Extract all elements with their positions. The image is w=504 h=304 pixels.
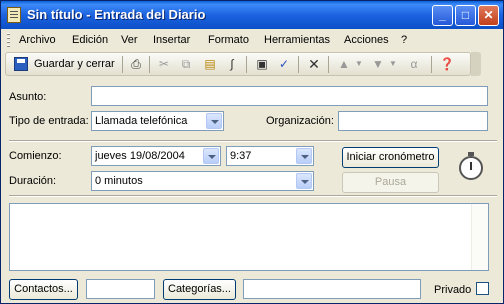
menu-grip[interactable] <box>7 33 10 47</box>
chevron-down-icon[interactable] <box>203 148 219 164</box>
title-bar[interactable]: Sin título - Entrada del Diario _ □ ✕ <box>1 1 503 29</box>
help-icon[interactable]: ❓ <box>439 56 455 72</box>
chevron-down-icon[interactable] <box>206 113 222 129</box>
previous-item-icon[interactable]: ▲ <box>336 56 352 72</box>
chevron-down-icon[interactable] <box>296 148 312 164</box>
paste-icon[interactable]: ▤ <box>202 56 218 72</box>
organization-input[interactable] <box>338 111 488 131</box>
address-book-icon[interactable]: ▣ <box>254 56 270 72</box>
menu-archivo[interactable]: Archivo <box>19 34 56 46</box>
start-date-select[interactable]: jueves 19/08/2004 <box>91 146 221 166</box>
journal-entry-window: Sin título - Entrada del Diario _ □ ✕ Ar… <box>0 0 504 304</box>
organization-label: Organización: <box>266 115 334 127</box>
notes-textarea[interactable] <box>9 203 489 271</box>
toolbar-separator <box>431 56 432 73</box>
toolbar-separator <box>246 56 247 73</box>
minimize-button[interactable]: _ <box>432 5 453 26</box>
check-names-icon[interactable]: ✓ <box>276 56 292 72</box>
menu-acciones[interactable]: Acciones <box>344 34 389 46</box>
menu-herramientas[interactable]: Herramientas <box>264 34 330 46</box>
duration-value: 0 minutos <box>95 175 143 187</box>
entry-type-select[interactable]: Llamada telefónica <box>91 111 224 131</box>
attach-icon[interactable]: ∫ <box>224 56 240 72</box>
menu-bar: Archivo Edición Ver Insertar Formato Her… <box>1 29 503 51</box>
toolbar-separator <box>149 56 150 73</box>
subject-label: Asunto: <box>9 91 47 103</box>
section-divider <box>9 195 497 197</box>
notes-scrollbar[interactable] <box>471 204 488 270</box>
menu-insertar[interactable]: Insertar <box>153 34 190 46</box>
save-close-button[interactable]: Guardar y cerrar <box>34 58 115 70</box>
copy-icon[interactable]: ⧉ <box>178 56 194 72</box>
duration-label: Duración: <box>9 175 57 187</box>
start-time-value: 9:37 <box>230 150 252 162</box>
subject-input[interactable] <box>91 86 488 106</box>
menu-formato[interactable]: Formato <box>208 34 249 46</box>
contacts-button[interactable]: Contactos... <box>9 279 78 300</box>
stopwatch-icon <box>458 152 486 182</box>
start-timer-button[interactable]: Iniciar cronómetro <box>342 147 439 168</box>
previous-dropdown-icon[interactable]: ▼ <box>351 56 367 72</box>
maximize-button[interactable]: □ <box>455 5 476 26</box>
start-date-value: jueves 19/08/2004 <box>95 150 185 162</box>
entry-type-value: Llamada telefónica <box>95 115 188 127</box>
menu-edicion[interactable]: Edición <box>72 34 108 46</box>
cut-icon[interactable]: ✂ <box>156 56 172 72</box>
private-label: Privado <box>434 284 472 296</box>
toolbar-separator <box>328 56 329 73</box>
chevron-down-icon[interactable] <box>296 173 312 189</box>
toolbar-separator <box>122 56 123 73</box>
section-divider <box>9 140 497 142</box>
delete-icon[interactable]: ✕ <box>306 56 322 72</box>
standard-toolbar: Guardar y cerrar ⎙ ✂ ⧉ ▤ ∫ ▣ ✓ ✕ ▲ ▼ ▼ ▼… <box>5 52 471 76</box>
save-icon <box>14 57 28 71</box>
private-checkbox[interactable] <box>476 282 489 295</box>
categories-input[interactable] <box>243 279 421 299</box>
menu-ver[interactable]: Ver <box>121 34 138 46</box>
categories-button[interactable]: Categorías... <box>163 279 236 300</box>
toolbar-separator <box>298 56 299 73</box>
print-icon[interactable]: ⎙ <box>128 56 144 72</box>
start-label: Comienzo: <box>9 150 62 162</box>
window-title: Sin título - Entrada del Diario <box>27 7 206 22</box>
translate-icon[interactable]: α <box>406 56 422 72</box>
next-item-icon[interactable]: ▼ <box>370 56 386 72</box>
contacts-input[interactable] <box>86 279 155 299</box>
start-time-select[interactable]: 9:37 <box>226 146 314 166</box>
journal-icon <box>7 7 21 23</box>
menu-ayuda[interactable]: ? <box>401 34 407 46</box>
entry-type-label: Tipo de entrada: <box>9 115 89 127</box>
next-dropdown-icon[interactable]: ▼ <box>385 56 401 72</box>
toolbar-overflow-chevron-icon[interactable] <box>471 52 481 76</box>
close-button[interactable]: ✕ <box>478 5 499 26</box>
duration-select[interactable]: 0 minutos <box>91 171 314 191</box>
pause-button[interactable]: Pausa <box>342 172 439 193</box>
